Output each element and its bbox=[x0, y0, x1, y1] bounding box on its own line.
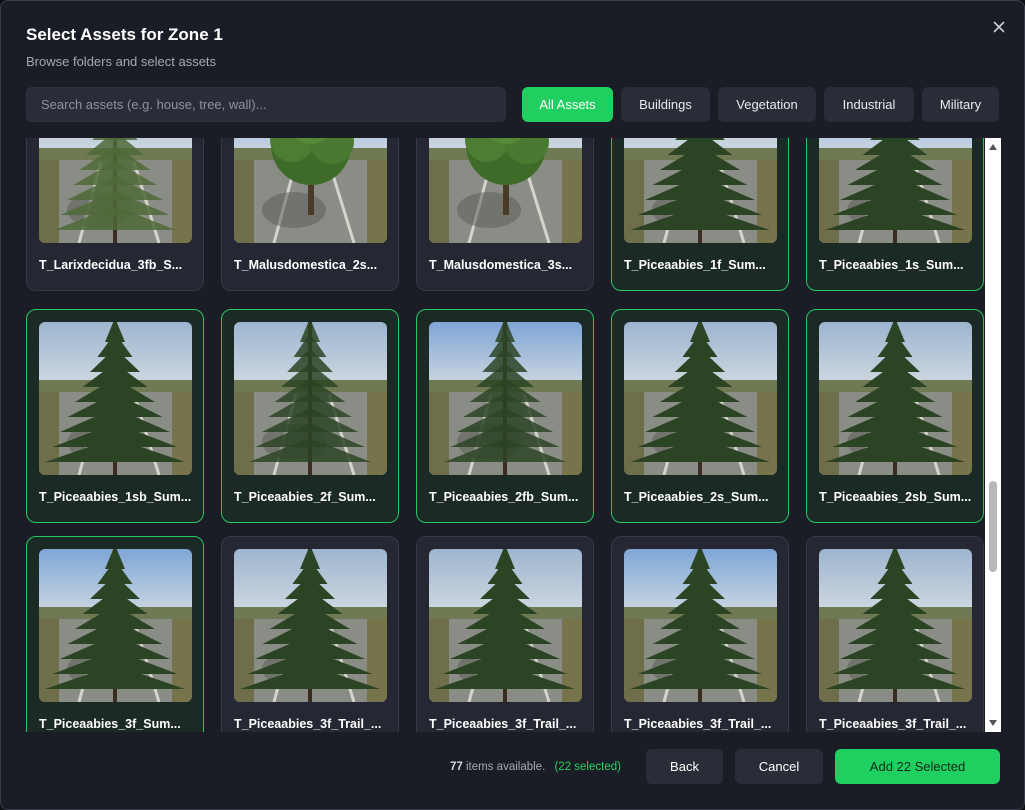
asset-thumbnail bbox=[819, 138, 972, 243]
asset-card[interactable]: T_Larixdecidua_3fb_S... bbox=[26, 138, 204, 291]
asset-thumbnail bbox=[624, 322, 777, 475]
asset-card[interactable]: T_Piceaabies_3f_Trail_... bbox=[221, 536, 399, 732]
search-input[interactable] bbox=[26, 87, 506, 122]
asset-thumbnail bbox=[39, 549, 192, 702]
asset-label: T_Piceaabies_3f_Trail_... bbox=[819, 717, 967, 731]
asset-label: T_Piceaabies_3f_Trail_... bbox=[234, 717, 382, 731]
scrollbar[interactable] bbox=[985, 138, 1001, 732]
selected-count: (22 selected) bbox=[554, 761, 621, 773]
filter-label: Vegetation bbox=[736, 97, 798, 112]
asset-label: T_Piceaabies_2f_Sum... bbox=[234, 490, 376, 504]
scroll-down-icon[interactable] bbox=[989, 720, 997, 726]
filter-all-assets[interactable]: All Assets bbox=[522, 87, 613, 122]
asset-select-dialog: Select Assets for Zone 1 Browse folders … bbox=[0, 0, 1025, 810]
filter-industrial[interactable]: Industrial bbox=[824, 87, 914, 122]
filter-label: All Assets bbox=[539, 97, 596, 112]
asset-thumbnail bbox=[234, 322, 387, 475]
asset-thumbnail bbox=[819, 549, 972, 702]
asset-label: T_Piceaabies_2fb_Sum... bbox=[429, 490, 579, 504]
asset-thumbnail bbox=[234, 138, 387, 243]
asset-thumbnail bbox=[234, 549, 387, 702]
asset-card[interactable]: T_Malusdomestica_3s... bbox=[416, 138, 594, 291]
filter-label: Industrial bbox=[842, 97, 896, 112]
filter-military[interactable]: Military bbox=[922, 87, 999, 122]
asset-label: T_Malusdomestica_3s... bbox=[429, 258, 573, 272]
asset-thumbnail bbox=[429, 138, 582, 243]
asset-label: T_Piceaabies_3f_Trail_... bbox=[429, 717, 577, 731]
asset-label: T_Piceaabies_2sb_Sum... bbox=[819, 490, 972, 504]
back-button[interactable]: Back bbox=[646, 749, 723, 784]
add-selected-button[interactable]: Add 22 Selected bbox=[835, 749, 1000, 784]
items-available-text: items available. bbox=[466, 761, 546, 773]
dialog-title: Select Assets for Zone 1 bbox=[26, 25, 223, 44]
asset-card[interactable]: T_Piceaabies_1s_Sum... bbox=[806, 138, 984, 291]
filter-label: Military bbox=[939, 97, 982, 112]
asset-card[interactable]: T_Piceaabies_3f_Trail_... bbox=[806, 536, 984, 732]
asset-card[interactable]: T_Piceaabies_3f_Trail_... bbox=[611, 536, 789, 732]
asset-label: T_Piceaabies_2s_Sum... bbox=[624, 490, 769, 504]
asset-label: T_Piceaabies_3f_Sum... bbox=[39, 717, 181, 731]
asset-label: T_Piceaabies_1sb_Sum... bbox=[39, 490, 192, 504]
asset-card[interactable]: T_Piceaabies_2fb_Sum... bbox=[416, 309, 594, 523]
asset-label: T_Larixdecidua_3fb_S... bbox=[39, 258, 183, 272]
asset-label: T_Piceaabies_1f_Sum... bbox=[624, 258, 766, 272]
asset-card[interactable]: T_Piceaabies_1sb_Sum... bbox=[26, 309, 204, 523]
asset-thumbnail bbox=[429, 549, 582, 702]
asset-label: T_Piceaabies_3f_Trail_... bbox=[624, 717, 772, 731]
close-icon[interactable] bbox=[989, 17, 1009, 37]
cancel-button[interactable]: Cancel bbox=[735, 749, 823, 784]
scroll-thumb[interactable] bbox=[989, 481, 997, 572]
filter-vegetation[interactable]: Vegetation bbox=[718, 87, 816, 122]
dialog-subtitle: Browse folders and select assets bbox=[26, 54, 217, 69]
asset-card[interactable]: T_Piceaabies_3f_Trail_... bbox=[416, 536, 594, 732]
asset-thumbnail bbox=[39, 138, 192, 243]
asset-card[interactable]: T_Piceaabies_2sb_Sum... bbox=[806, 309, 984, 523]
asset-label: T_Piceaabies_1s_Sum... bbox=[819, 258, 964, 272]
asset-label: T_Malusdomestica_2s... bbox=[234, 258, 378, 272]
asset-thumbnail bbox=[624, 549, 777, 702]
item-count: 77 bbox=[450, 761, 463, 773]
asset-card[interactable]: T_Piceaabies_1f_Sum... bbox=[611, 138, 789, 291]
asset-thumbnail bbox=[429, 322, 582, 475]
asset-card[interactable]: T_Piceaabies_2s_Sum... bbox=[611, 309, 789, 523]
asset-thumbnail bbox=[39, 322, 192, 475]
asset-thumbnail bbox=[819, 322, 972, 475]
scroll-up-icon[interactable] bbox=[989, 144, 997, 150]
filter-buildings[interactable]: Buildings bbox=[621, 87, 710, 122]
status-text: 77 items available. (22 selected) bbox=[450, 761, 621, 773]
filter-label: Buildings bbox=[639, 97, 692, 112]
asset-card[interactable]: T_Piceaabies_3f_Sum... bbox=[26, 536, 204, 732]
asset-card[interactable]: T_Malusdomestica_2s... bbox=[221, 138, 399, 291]
asset-card[interactable]: T_Piceaabies_2f_Sum... bbox=[221, 309, 399, 523]
asset-grid: T_Larixdecidua_3fb_S... T_Malusdomestica_… bbox=[17, 138, 1001, 732]
asset-thumbnail bbox=[624, 138, 777, 243]
